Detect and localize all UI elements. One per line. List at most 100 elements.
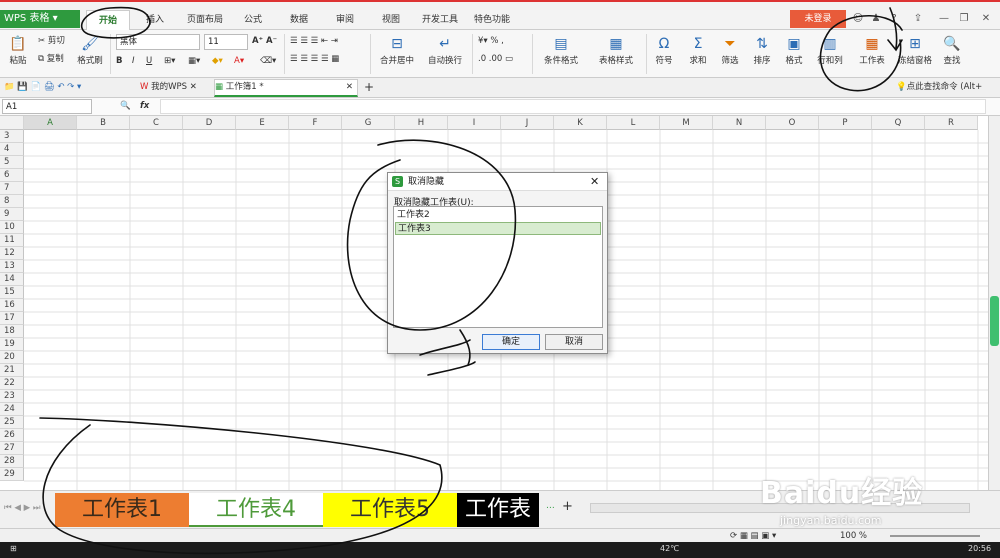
freeze-panes-button[interactable]: ⊞ 冻结窗格 [896,34,934,72]
tab-formulas[interactable]: 公式 [238,10,268,30]
name-box[interactable]: A1 [2,99,92,114]
conditional-format-button[interactable]: ▤ 条件格式 [538,34,584,72]
cut-button[interactable]: ✂ 剪切 [38,34,65,49]
tab-page-layout[interactable]: 页面布局 [182,10,228,30]
table-style-button[interactable]: ▦ 表格样式 [592,34,640,72]
close-icon[interactable]: ✕ [590,173,599,191]
font-color-icon[interactable]: A▾ [234,54,244,69]
column-header-N[interactable]: N [713,116,766,130]
tab-review[interactable]: 审阅 [330,10,360,30]
column-header-K[interactable]: K [554,116,607,130]
sheet-tab-3[interactable]: 工作表5 [323,493,457,527]
row-header-10[interactable]: 10 [0,221,24,234]
quick-access-icons[interactable]: 📁 💾 📄 🖨 ↶ ↷ ▾ [4,80,81,95]
tab-data[interactable]: 数据 [284,10,314,30]
row-header-20[interactable]: 20 [0,351,24,364]
decimal-buttons[interactable]: .0 .00 ▭ [478,52,513,67]
row-header-25[interactable]: 25 [0,416,24,429]
row-header-19[interactable]: 19 [0,338,24,351]
list-item[interactable]: 工作表2 [395,209,601,222]
column-header-C[interactable]: C [130,116,183,130]
row-col-button[interactable]: ▥ 行和列 [812,34,848,72]
list-item-selected[interactable]: 工作表3 [395,222,601,235]
column-header-P[interactable]: P [819,116,872,130]
column-header-D[interactable]: D [183,116,236,130]
wrap-text-button[interactable]: ↵ 自动换行 [424,34,466,72]
select-all-corner[interactable] [0,116,24,130]
number-format-button[interactable]: ¥▾ % , [478,34,504,49]
zoom-formula-icon[interactable]: 🔍 [120,99,131,114]
restore-icon[interactable]: ❐ [956,11,972,27]
format-painter-button[interactable]: 🖌 格式刷 [76,34,104,72]
sheet-tab-2[interactable]: 工作表4 [189,493,323,527]
zoom-slider[interactable] [890,535,980,537]
column-header-L[interactable]: L [607,116,660,130]
border-icon[interactable]: ⊞▾ [164,54,175,69]
upload-icon[interactable]: ⇪ [910,11,926,27]
format-button[interactable]: ▣ 格式 [780,34,808,72]
row-header-24[interactable]: 24 [0,403,24,416]
fx-button[interactable]: fx [140,99,149,114]
sheet-tab-1[interactable]: 工作表1 [55,493,189,527]
fill-color-icon[interactable]: ◆▾ [212,54,223,69]
row-header-22[interactable]: 22 [0,377,24,390]
doc-tab-mywps[interactable]: W 我的WPS ✕ [140,80,210,95]
row-header-4[interactable]: 4 [0,143,24,156]
tab-home[interactable]: 开始 [86,10,130,30]
row-header-29[interactable]: 29 [0,468,24,481]
column-header-I[interactable]: I [448,116,501,130]
row-header-8[interactable]: 8 [0,195,24,208]
row-header-23[interactable]: 23 [0,390,24,403]
close-icon[interactable]: ✕ [978,11,994,27]
clear-format-icon[interactable]: ⌫▾ [260,54,276,69]
formula-input[interactable] [160,99,986,114]
row-header-16[interactable]: 16 [0,299,24,312]
ok-button[interactable]: 确定 [482,334,540,350]
sheet-tab-4[interactable]: 工作表 [457,493,539,527]
close-icon[interactable]: ✕ [346,80,353,95]
row-header-12[interactable]: 12 [0,247,24,260]
row-header-26[interactable]: 26 [0,429,24,442]
column-header-B[interactable]: B [77,116,130,130]
symbol-button[interactable]: Ω 符号 [650,34,678,72]
font-name-select[interactable]: 黑体 [116,34,200,50]
doc-tab-workbook[interactable]: ▦ 工作簿1 * ✕ [214,79,358,97]
column-header-F[interactable]: F [289,116,342,130]
align-left-icon[interactable]: ☰ ☰ ☰ ☰ ▦ [290,52,339,67]
add-sheet-icon[interactable]: + [562,499,573,514]
row-header-5[interactable]: 5 [0,156,24,169]
cell-style-icon[interactable]: ▦▾ [188,54,200,69]
help-icon[interactable]: ? [886,11,902,27]
worksheet-button[interactable]: ▦ 工作表 [854,34,890,72]
cancel-button[interactable]: 取消 [545,334,603,350]
tab-special[interactable]: 特色功能 [470,10,514,30]
row-header-18[interactable]: 18 [0,325,24,338]
row-header-15[interactable]: 15 [0,286,24,299]
filter-button[interactable]: ⏷ 筛选 [716,34,744,72]
vertical-scrollbar[interactable] [988,116,1000,490]
font-grow-button[interactable]: A⁺ A⁻ [252,34,277,49]
sheet-nav-icons[interactable]: ⏮ ◀ ▶ ⏭ [4,501,40,516]
underline-button[interactable]: U [146,54,152,69]
paste-button[interactable]: 📋 粘贴 [4,34,32,72]
hidden-sheet-list[interactable]: 工作表2 工作表3 [393,206,603,328]
scroll-thumb[interactable] [990,296,999,346]
bold-button[interactable]: B [116,54,122,69]
column-header-Q[interactable]: Q [872,116,925,130]
copy-button[interactable]: ⧉ 复制 [38,52,64,67]
row-header-28[interactable]: 28 [0,455,24,468]
row-header-3[interactable]: 3 [0,130,24,143]
row-header-6[interactable]: 6 [0,169,24,182]
column-header-E[interactable]: E [236,116,289,130]
column-header-A[interactable]: A [24,116,77,130]
row-header-27[interactable]: 27 [0,442,24,455]
tab-insert[interactable]: 插入 [140,10,170,30]
login-button[interactable]: 未登录 [790,10,846,28]
sum-button[interactable]: Σ 求和 [684,34,712,72]
tab-view[interactable]: 视图 [376,10,406,30]
start-icon[interactable]: ⊞ [10,544,17,553]
find-button[interactable]: 🔍 查找 [938,34,966,72]
column-header-H[interactable]: H [395,116,448,130]
app-menu-button[interactable]: WPS 表格 ▾ [0,10,80,28]
row-header-14[interactable]: 14 [0,273,24,286]
